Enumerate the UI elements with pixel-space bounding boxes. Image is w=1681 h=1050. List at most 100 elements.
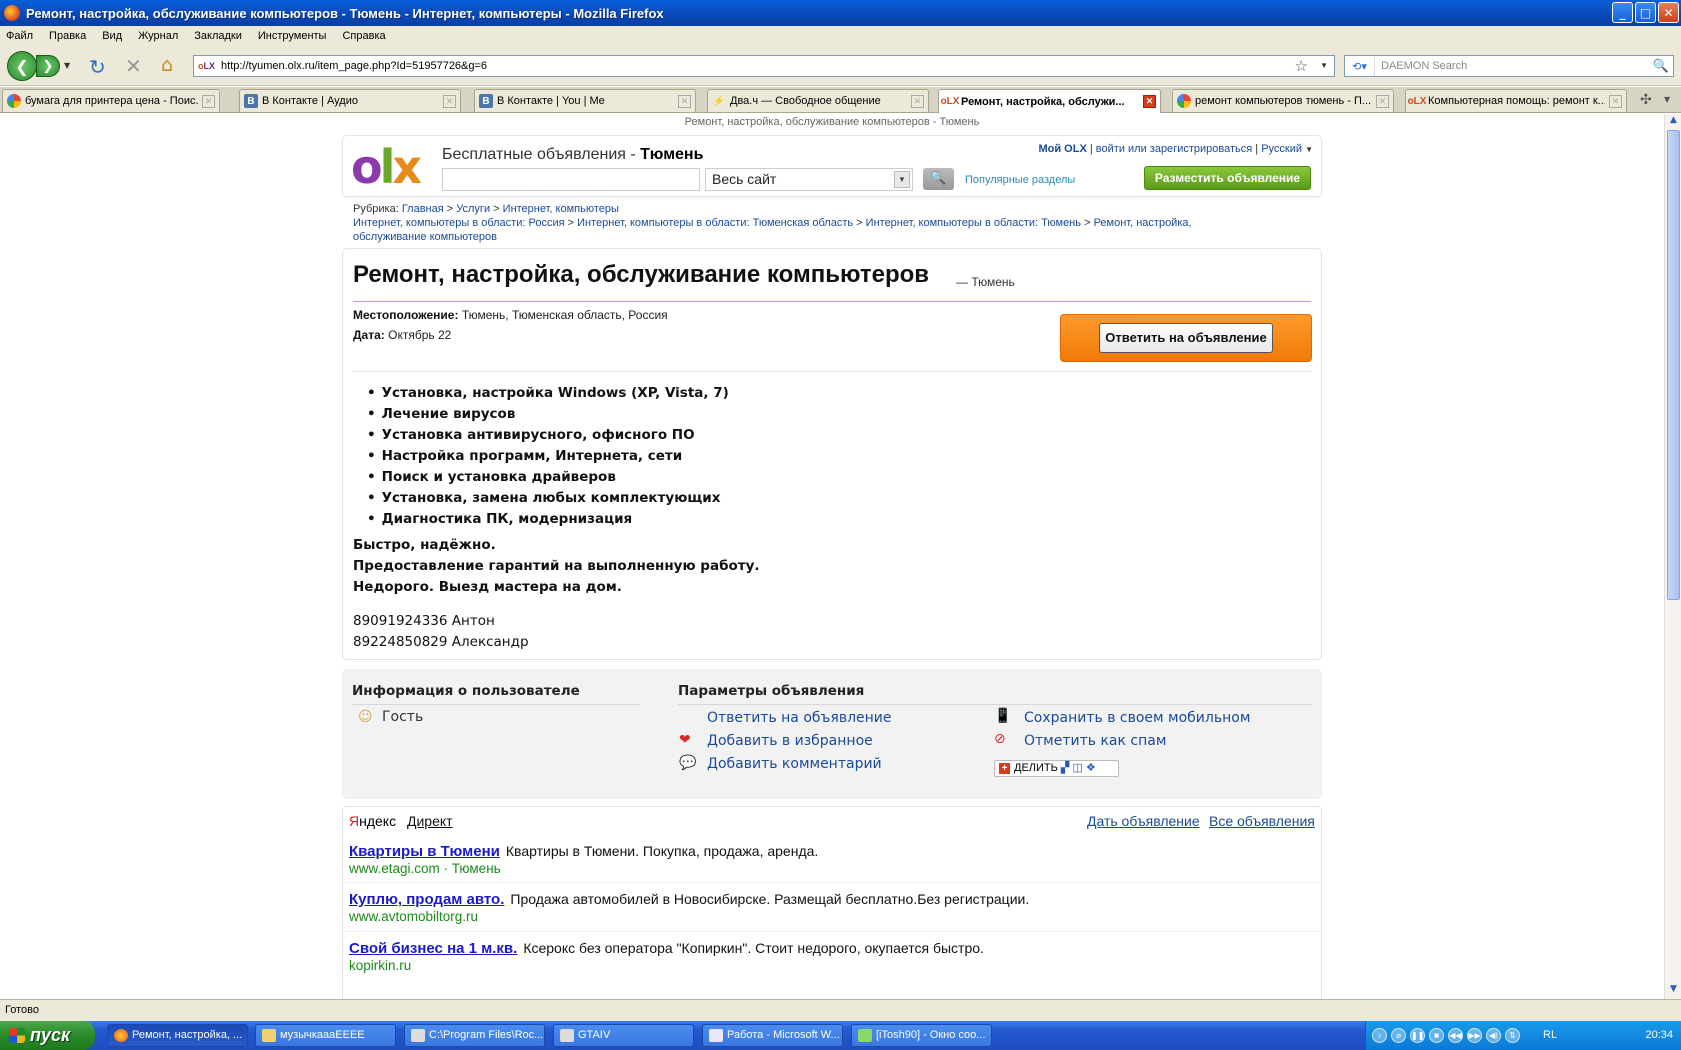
address-url[interactable]: http://tyumen.olx.ru/item_page.php?Id=51… — [221, 60, 487, 72]
vertical-scrollbar[interactable]: ▲ ▼ — [1664, 114, 1681, 999]
search-scope-select[interactable]: Весь сайт ▼ — [705, 168, 913, 191]
breadcrumb-services[interactable]: Услуги — [456, 203, 490, 215]
task-chat-window[interactable]: [iTosh90] - Окно соо... — [851, 1024, 992, 1047]
reply-link[interactable]: Ответить на объявление — [707, 710, 892, 726]
tab-vk-audio[interactable]: В В Контакте | Аудио ✕ — [239, 89, 461, 112]
menu-help[interactable]: Справка — [342, 30, 385, 42]
menu-bar: Файл Правка Вид Журнал Закладки Инструме… — [0, 26, 1681, 46]
previous-icon[interactable]: ◀◀ — [1448, 1028, 1463, 1043]
close-button[interactable]: ✕ — [1658, 2, 1679, 23]
olx-search-input[interactable] — [442, 168, 700, 191]
stop-icon[interactable]: ■ — [1429, 1028, 1444, 1043]
listing-location: Местоположение: Тюмень, Тюменская област… — [353, 308, 668, 322]
pause-icon[interactable]: ❚❚ — [1410, 1028, 1425, 1043]
tab-close-icon[interactable]: ✕ — [202, 94, 215, 108]
share-services-icon: ▞ ◫ ❖ — [1060, 762, 1096, 774]
breadcrumb-region-russia[interactable]: Интернет, компьютеры в области: Россия — [353, 217, 565, 229]
scroll-up-icon[interactable]: ▲ — [1667, 115, 1680, 129]
page-top-title: Ремонт, настройка, обслуживание компьюте… — [684, 116, 980, 128]
olx-logo[interactable]: olx — [351, 142, 422, 192]
maximize-button[interactable]: □ — [1635, 2, 1656, 23]
mark-spam-link[interactable]: Отметить как спам — [1024, 733, 1166, 749]
save-mobile-link[interactable]: Сохранить в своем мобильном — [1024, 710, 1250, 726]
search-icon[interactable]: 🔍 — [1653, 58, 1669, 74]
address-bar[interactable]: oLX http://tyumen.olx.ru/item_page.php?I… — [193, 55, 1335, 77]
language-select[interactable]: Русский ▼ — [1261, 143, 1313, 155]
tab-2ch[interactable]: ⚡ Два.ч — Свободное общение ✕ — [707, 89, 929, 112]
forward-button[interactable]: ❯ — [36, 55, 60, 77]
popular-sections-link[interactable]: Популярные разделы — [965, 174, 1075, 186]
task-gtaiv[interactable]: GTAIV — [553, 1024, 694, 1047]
tab-olx-computer-help[interactable]: oLX Компьютерная помощь: ремонт к... ✕ — [1405, 89, 1627, 112]
user-info-heading: Информация о пользователе — [352, 683, 580, 699]
breadcrumb-home[interactable]: Главная — [402, 203, 444, 215]
url-dropdown-icon[interactable]: ▼ — [1320, 61, 1328, 70]
tab-vk-you-me[interactable]: В В Контакте | You | Me ✕ — [474, 89, 696, 112]
bookmark-star-icon[interactable]: ☆ — [1295, 57, 1308, 75]
reload-icon[interactable]: ↻ — [89, 55, 106, 79]
ad-url[interactable]: www.etagi.com · Тюмень — [349, 861, 1315, 876]
reply-button[interactable]: Ответить на объявление — [1099, 323, 1273, 353]
give-ad-link[interactable]: Дать объявление — [1087, 813, 1200, 829]
tab-close-icon[interactable]: ✕ — [911, 94, 924, 108]
minimize-button[interactable]: _ — [1612, 2, 1633, 23]
scrollbar-thumb[interactable] — [1667, 130, 1680, 600]
window-titlebar[interactable]: Ремонт, настройка, обслуживание компьюте… — [0, 0, 1681, 26]
ad-title-link[interactable]: Квартиры в Тюмени — [349, 843, 500, 860]
scroll-down-icon[interactable]: ▼ — [1667, 984, 1680, 998]
start-button[interactable]: пуск — [0, 1021, 95, 1050]
tab-paper-search[interactable]: бумага для принтера цена - Поис... ✕ — [2, 89, 220, 112]
stop-icon[interactable]: ✕ — [125, 54, 142, 78]
ad-title-link[interactable]: Свой бизнес на 1 м.кв. — [349, 940, 517, 957]
tab-close-icon[interactable]: ✕ — [1143, 95, 1156, 108]
breadcrumb-region-tyumen-oblast[interactable]: Интернет, компьютеры в области: Тюменска… — [577, 217, 853, 229]
home-icon[interactable]: ⌂ — [161, 54, 173, 76]
tab-close-icon[interactable]: ✕ — [1376, 94, 1389, 108]
ad-url[interactable]: kopirkin.ru — [349, 958, 1315, 973]
menu-file[interactable]: Файл — [6, 30, 33, 42]
task-program-files[interactable]: C:\Program Files\Roc... — [404, 1024, 545, 1047]
breadcrumb-internet-computers[interactable]: Интернет, компьютеры — [503, 203, 619, 215]
menu-bookmarks[interactable]: Закладки — [194, 30, 242, 42]
my-olx-link[interactable]: Мой OLX — [1038, 143, 1086, 155]
search-engine-icon[interactable]: ⟲▾ — [1345, 56, 1375, 76]
new-tab-icon[interactable]: ✣ — [1640, 92, 1652, 108]
media-icon[interactable]: ⌀ — [1391, 1028, 1406, 1043]
tab-close-icon[interactable]: ✕ — [1609, 94, 1622, 108]
yandex-brand[interactable]: Яндекс — [349, 813, 396, 829]
all-ads-link[interactable]: Все объявления — [1209, 813, 1315, 829]
add-favorite-link[interactable]: Добавить в избранное — [707, 733, 873, 749]
tab-close-icon[interactable]: ✕ — [678, 94, 691, 108]
direct-link[interactable]: Директ — [407, 813, 453, 829]
task-folder[interactable]: музычкаааЕЕЕЕ — [255, 1024, 396, 1047]
history-dropdown-icon[interactable]: ▼ — [64, 61, 70, 70]
menu-tools[interactable]: Инструменты — [258, 30, 327, 42]
share-button[interactable]: + ДЕЛИТЬ ▞ ◫ ❖ — [994, 760, 1119, 777]
menu-history[interactable]: Журнал — [138, 30, 178, 42]
menu-edit[interactable]: Правка — [49, 30, 86, 42]
ad-url[interactable]: www.avtomobiltorg.ru — [349, 909, 1315, 924]
menu-view[interactable]: Вид — [102, 30, 122, 42]
post-ad-button[interactable]: Разместить объявление — [1144, 166, 1311, 190]
tab-close-icon[interactable]: ✕ — [443, 94, 456, 108]
olx-header: olx Бесплатные объявления - Тюмень Весь … — [342, 135, 1322, 197]
tab-list-icon[interactable]: ▼ — [1664, 95, 1670, 104]
back-arrow-icon: ❮ — [15, 56, 29, 76]
add-comment-link[interactable]: Добавить комментарий — [707, 756, 882, 772]
task-firefox[interactable]: Ремонт, настройка, ... — [107, 1024, 248, 1047]
browser-search-box[interactable]: ⟲▾ DAEMON Search 🔍 — [1344, 55, 1674, 77]
tab-repair-search[interactable]: ремонт компьютеров тюмень - П... ✕ — [1172, 89, 1394, 112]
network-icon[interactable]: ⇅ — [1505, 1028, 1520, 1043]
task-word[interactable]: Работа - Microsoft W... — [702, 1024, 843, 1047]
olx-search-button[interactable]: 🔍 — [923, 168, 954, 190]
language-indicator[interactable]: RL — [1543, 1029, 1557, 1041]
next-icon[interactable]: ▶▶ — [1467, 1028, 1482, 1043]
ad-title-link[interactable]: Куплю, продам авто. — [349, 891, 504, 908]
media-icon[interactable]: ♪ — [1372, 1028, 1387, 1043]
login-register-link[interactable]: войти или зарегистрироваться — [1096, 143, 1252, 155]
tab-olx-current[interactable]: oLX Ремонт, настройка, обслужи... ✕ — [938, 89, 1161, 113]
divider — [344, 882, 1320, 883]
volume-icon[interactable]: ◀) — [1486, 1028, 1501, 1043]
back-button[interactable]: ❮ — [7, 51, 37, 81]
breadcrumb-region-tyumen[interactable]: Интернет, компьютеры в области: Тюмень — [866, 217, 1081, 229]
